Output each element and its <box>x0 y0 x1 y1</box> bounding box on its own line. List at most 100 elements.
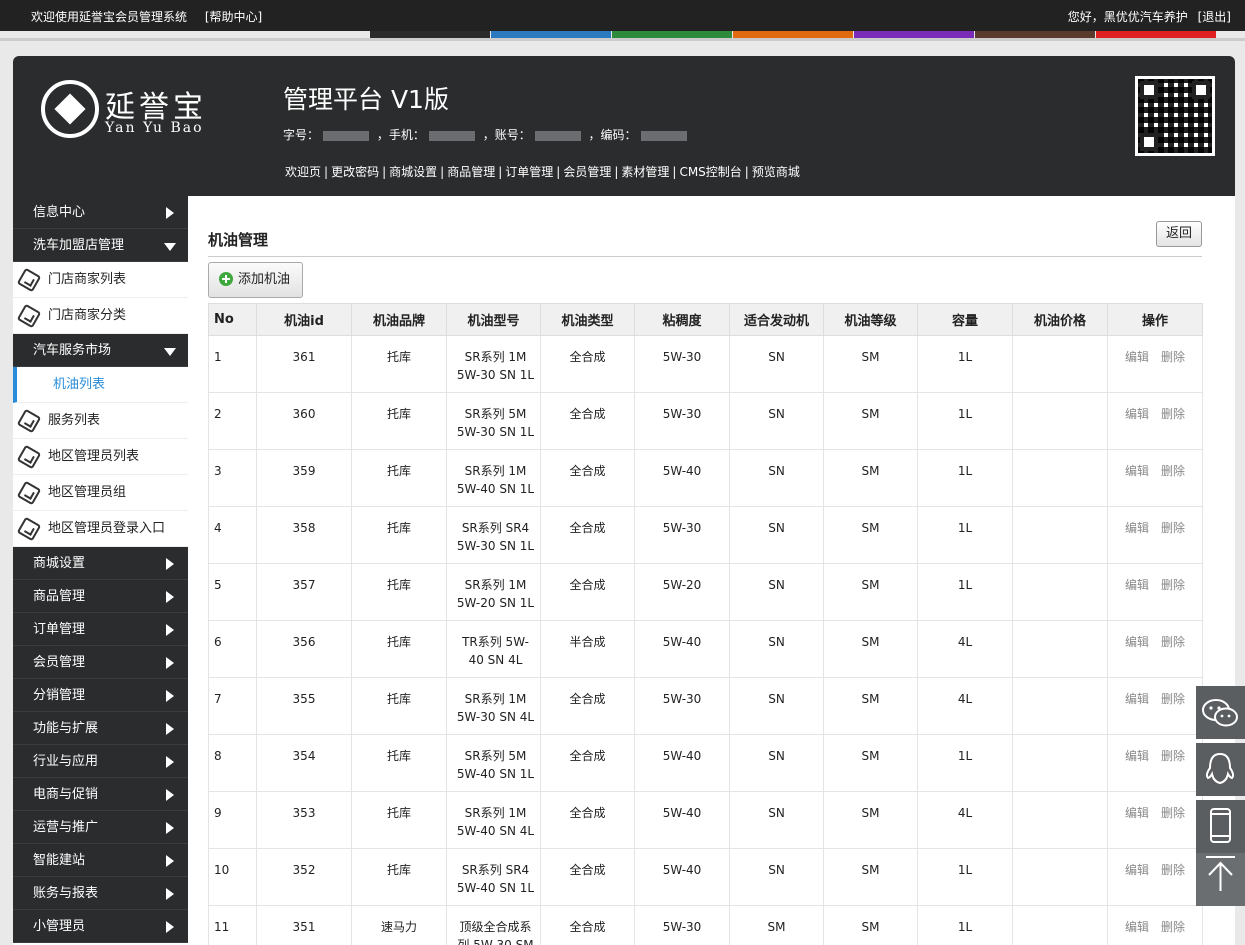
edit-link[interactable]: 编辑 <box>1125 464 1149 478</box>
table-cell <box>1012 449 1108 507</box>
sidebar-group[interactable]: 功能与扩展 <box>13 712 188 745</box>
sidebar-subitem[interactable]: 门店商家列表 <box>13 262 188 298</box>
table-cell: 全合成 <box>540 563 635 621</box>
table-row: 3 359 托库 SR系列 1M 5W-40 SN 1L 全合成 5W-40 SN SM 1L 编… <box>208 449 1203 507</box>
sidebar-group[interactable]: 订单管理 <box>13 613 188 646</box>
wechat-button[interactable] <box>1196 686 1245 739</box>
shop-label: 字号： <box>283 128 320 142</box>
sidebar-group[interactable]: 分销管理 <box>13 679 188 712</box>
caret-right-icon <box>166 855 174 867</box>
table-row: 7 355 托库 SR系列 1M 5W-30 SN 4L 全合成 5W-30 SN SM 4L 编… <box>208 677 1203 735</box>
edit-link[interactable]: 编辑 <box>1125 863 1149 877</box>
row-actions: 编辑 删除 <box>1107 734 1203 792</box>
header-nav-link[interactable]: 会员管理 <box>563 165 611 179</box>
sidebar-group-label: 智能建站 <box>33 853 86 868</box>
table-cell: 全合成 <box>540 905 635 945</box>
table-cell: 5W-40 <box>634 449 730 507</box>
delete-link[interactable]: 删除 <box>1161 635 1185 649</box>
delete-link[interactable]: 删除 <box>1161 350 1185 364</box>
sidebar-group[interactable]: 小管理员 <box>13 910 188 943</box>
header-nav-link[interactable]: CMS控制台 <box>679 165 741 179</box>
table-row: 2 360 托库 SR系列 5M 5W-30 SN 1L 全合成 5W-30 SN SM 1L 编… <box>208 392 1203 450</box>
header-nav-link[interactable]: 预览商城 <box>752 165 800 179</box>
table-cell: SR系列 SR4 5W-30 SN 1L <box>446 506 541 564</box>
sidebar-group[interactable]: 洗车加盟店管理 <box>13 229 188 262</box>
logout-link[interactable]: [退出] <box>1198 10 1231 24</box>
table-cell: 2 <box>208 392 257 450</box>
table-cell: 5W-30 <box>634 506 730 564</box>
header-nav-link[interactable]: 商品管理 <box>447 165 495 179</box>
table-cell: 4L <box>917 620 1013 678</box>
nav-separator: | <box>498 165 503 179</box>
sidebar-group[interactable]: 行业与应用 <box>13 745 188 778</box>
sidebar-subitem-label: 地区管理员登录入口 <box>48 521 166 536</box>
edit-link[interactable]: 编辑 <box>1125 350 1149 364</box>
back-to-top-button[interactable] <box>1196 853 1245 906</box>
back-button[interactable]: 返回 <box>1156 221 1202 247</box>
sidebar-subitem[interactable]: 地区管理员登录入口 <box>13 511 188 547</box>
edit-link[interactable]: 编辑 <box>1125 806 1149 820</box>
table-cell <box>1012 677 1108 735</box>
edit-link[interactable]: 编辑 <box>1125 407 1149 421</box>
table-cell: 8 <box>208 734 257 792</box>
sidebar-group[interactable]: 商城设置 <box>13 547 188 580</box>
row-actions: 编辑 删除 <box>1107 392 1203 450</box>
delete-link[interactable]: 删除 <box>1161 749 1185 763</box>
edit-link[interactable]: 编辑 <box>1125 920 1149 934</box>
delete-link[interactable]: 删除 <box>1161 692 1185 706</box>
nav-separator: | <box>324 165 329 179</box>
header-nav-link[interactable]: 订单管理 <box>505 165 553 179</box>
delete-link[interactable]: 删除 <box>1161 407 1185 421</box>
table-cell: 4L <box>917 677 1013 735</box>
header-nav-link[interactable]: 商城设置 <box>389 165 437 179</box>
column-header: 操作 <box>1107 303 1203 336</box>
user-greeting: 您好，黑优优汽车养护 <box>1067 10 1188 24</box>
sidebar-group[interactable]: 汽车服务市场 <box>13 334 188 367</box>
table-cell: 托库 <box>351 734 447 792</box>
phone-button[interactable] <box>1196 800 1245 853</box>
edit-link[interactable]: 编辑 <box>1125 749 1149 763</box>
sidebar-group-label: 分销管理 <box>33 688 86 703</box>
table-cell: SN <box>729 620 824 678</box>
sidebar-group[interactable]: 信息中心 <box>13 196 188 229</box>
sidebar-group[interactable]: 运营与推广 <box>13 811 188 844</box>
delete-link[interactable]: 删除 <box>1161 806 1185 820</box>
sidebar-group[interactable]: 智能建站 <box>13 844 188 877</box>
sidebar-group-label: 账务与报表 <box>33 886 99 901</box>
header-nav-link[interactable]: 欢迎页 <box>285 165 321 179</box>
sidebar-group[interactable]: 电商与促销 <box>13 778 188 811</box>
sidebar-subitem[interactable]: 地区管理员组 <box>13 475 188 511</box>
header-nav-link[interactable]: 素材管理 <box>621 165 669 179</box>
table-cell: 5W-40 <box>634 734 730 792</box>
sidebar-subitem[interactable]: 地区管理员列表 <box>13 439 188 475</box>
edit-link[interactable]: 编辑 <box>1125 635 1149 649</box>
nav-separator: | <box>382 165 387 179</box>
delete-link[interactable]: 删除 <box>1161 521 1185 535</box>
sidebar-subitem[interactable]: 机油列表 <box>13 367 188 403</box>
help-center-link[interactable]: [帮助中心] <box>205 10 262 24</box>
edit-link[interactable]: 编辑 <box>1125 521 1149 535</box>
sidebar-group[interactable]: 商品管理 <box>13 580 188 613</box>
sidebar-subitem[interactable]: 服务列表 <box>13 403 188 439</box>
delete-link[interactable]: 删除 <box>1161 863 1185 877</box>
cube-icon <box>16 303 42 329</box>
sidebar-group[interactable]: 账务与报表 <box>13 877 188 910</box>
edit-link[interactable]: 编辑 <box>1125 578 1149 592</box>
sidebar-group[interactable]: 会员管理 <box>13 646 188 679</box>
header-nav-link[interactable]: 更改密码 <box>331 165 379 179</box>
table-cell: SM <box>823 905 918 945</box>
delete-link[interactable]: 删除 <box>1161 464 1185 478</box>
delete-link[interactable]: 删除 <box>1161 920 1185 934</box>
table-cell: 360 <box>256 392 352 450</box>
qq-button[interactable] <box>1196 743 1245 796</box>
sidebar-subitem[interactable]: 门店商家分类 <box>13 298 188 334</box>
delete-link[interactable]: 删除 <box>1161 578 1185 592</box>
color-stripes <box>370 31 1217 38</box>
table-cell <box>1012 620 1108 678</box>
table-row: 9 353 托库 SR系列 1M 5W-40 SN 4L 全合成 5W-40 SN SM 4L 编… <box>208 791 1203 849</box>
edit-link[interactable]: 编辑 <box>1125 692 1149 706</box>
nav-separator: | <box>440 165 445 179</box>
table-cell: 353 <box>256 791 352 849</box>
add-oil-button[interactable]: 添加机油 <box>208 262 303 298</box>
qr-finder <box>1140 133 1158 151</box>
